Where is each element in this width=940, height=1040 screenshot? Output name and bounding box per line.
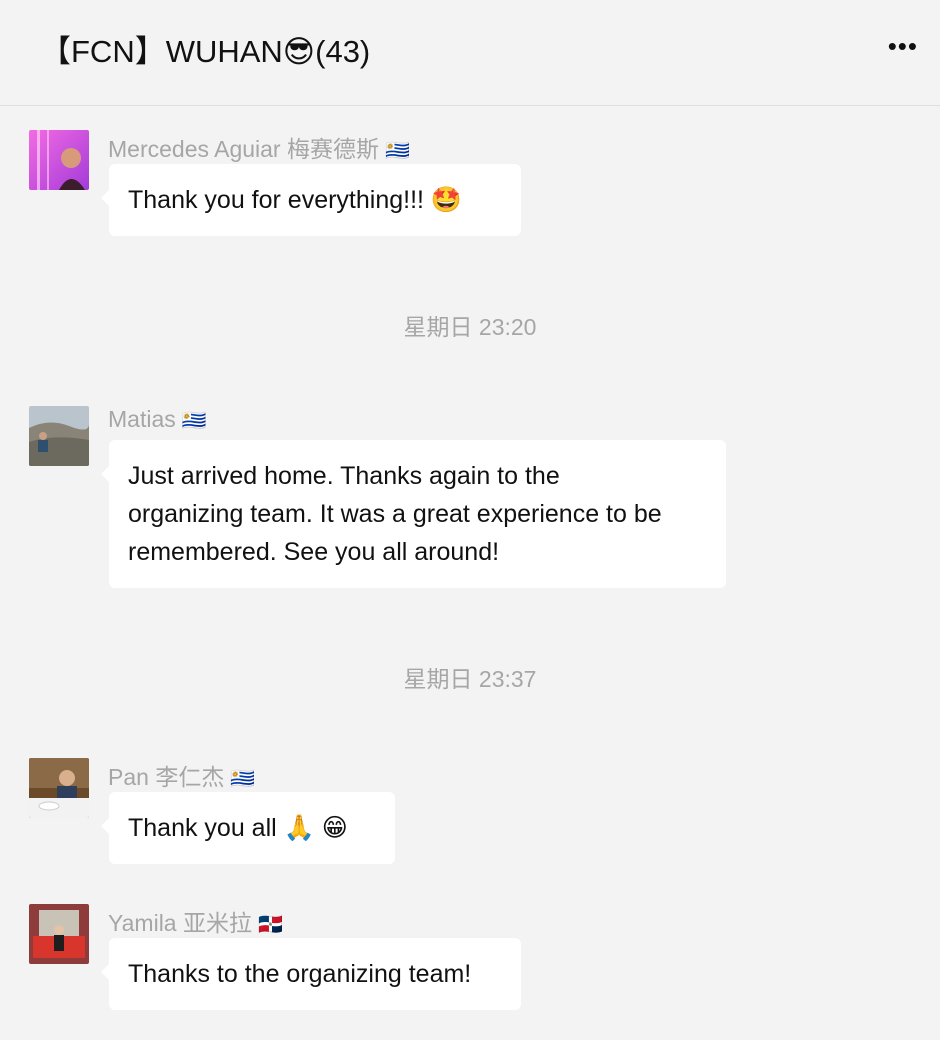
- message-bubble[interactable]: Thank you for everything!!! 🤩: [101, 164, 521, 236]
- timestamp: 星期日 23:37: [403, 666, 537, 692]
- chat-header: 【FCN】WUHAN😎(43) •••: [0, 0, 940, 106]
- message-bubble[interactable]: Thank you all 🙏 😁: [101, 792, 395, 864]
- sender-name: Pan 李仁杰 🇺🇾: [108, 764, 256, 790]
- dominican-republic-flag-icon: 🇩🇴: [258, 914, 283, 936]
- message-bubble[interactable]: Just arrived home. Thanks again to the o…: [101, 440, 726, 588]
- avatar[interactable]: [29, 758, 89, 818]
- uruguay-flag-icon: 🇺🇾: [230, 768, 256, 790]
- avatar[interactable]: [29, 406, 89, 466]
- timestamp: 星期日 23:20: [403, 314, 537, 340]
- uruguay-flag-icon: 🇺🇾: [181, 410, 207, 432]
- sender-name: Mercedes Aguiar 梅赛德斯 🇺🇾: [108, 136, 410, 162]
- sender-name: Matias 🇺🇾: [108, 406, 207, 432]
- more-options-icon[interactable]: •••: [888, 33, 918, 59]
- avatar[interactable]: [29, 130, 89, 190]
- sender-name: Yamila 亚米拉 🇩🇴: [108, 910, 283, 936]
- chat-title: 【FCN】WUHAN😎(43): [40, 34, 371, 69]
- uruguay-flag-icon: 🇺🇾: [384, 140, 410, 162]
- message-bubble[interactable]: Thanks to the organizing team!: [101, 938, 521, 1010]
- avatar[interactable]: [29, 904, 89, 964]
